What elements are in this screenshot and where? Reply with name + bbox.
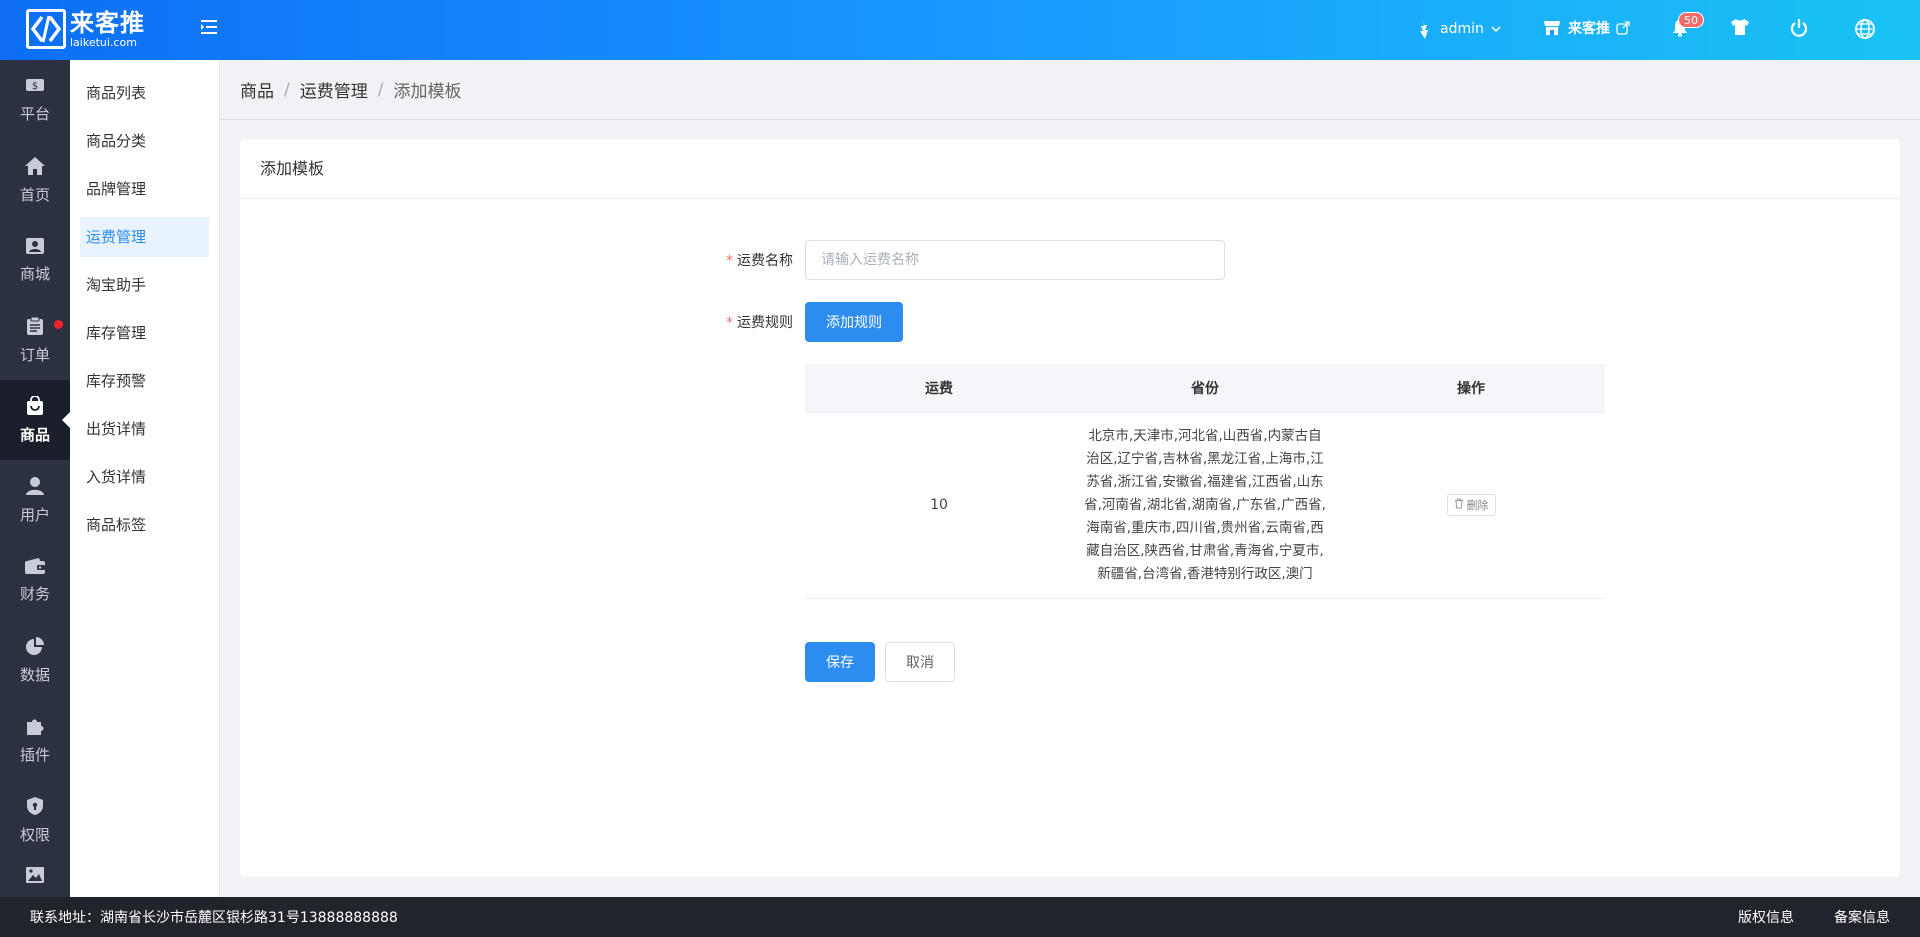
logo[interactable]: 来客推 laiketui.com (26, 9, 145, 53)
breadcrumb-separator: / (377, 79, 384, 100)
main-nav-rail: $ 平台 首页 商城 订单 商品 用户 财务 数据 插件 权限 (0, 60, 70, 897)
name-form-row: * 运费名称 (715, 240, 1225, 280)
rail-item-plugins[interactable]: 插件 (0, 700, 70, 780)
svg-text:$: $ (32, 81, 38, 92)
rail-label: 平台 (19, 104, 50, 123)
rail-item-goods[interactable]: 商品 (0, 380, 70, 460)
rail-item-mall[interactable]: 商城 (0, 220, 70, 300)
rail-label: 订单 (19, 345, 50, 364)
rail-label: 数据 (19, 665, 50, 684)
rail-label: 首页 (19, 185, 50, 204)
logo-title: 来客推 (70, 9, 145, 37)
footer-copyright-link[interactable]: 版权信息 (1738, 907, 1794, 927)
rail-label: 插件 (19, 745, 50, 764)
power-icon[interactable] (1789, 18, 1809, 38)
province-cell: 北京市,天津市,河北省,山西省,内蒙古自治区,辽宁省,吉林省,黑龙江省,上海市,… (1073, 412, 1337, 599)
user-name: admin (1440, 21, 1484, 37)
cancel-button[interactable]: 取消 (885, 642, 955, 682)
user-icon (25, 476, 45, 500)
notification-badge: 50 (1678, 12, 1704, 28)
form-actions: 保存 取消 (805, 642, 955, 682)
logo-mark-icon (26, 9, 66, 49)
rail-item-finance[interactable]: 财务 (0, 540, 70, 620)
submenu-item[interactable]: 商品标签 (80, 505, 209, 545)
external-link-icon (1616, 21, 1630, 35)
rail-item-permissions[interactable]: 权限 (0, 780, 70, 860)
goods-submenu: 商品列表 商品分类 品牌管理 运费管理 淘宝助手 库存管理 库存预警 出货详情 … (70, 60, 220, 897)
chevron-down-icon (1490, 23, 1502, 35)
puzzle-icon (25, 716, 45, 740)
dollar-icon: $ (25, 77, 45, 99)
delete-label: 删除 (1466, 499, 1489, 512)
rule-label: * 运费规则 (726, 315, 793, 331)
shield-icon (26, 796, 44, 820)
submenu-item[interactable]: 商品分类 (80, 121, 209, 161)
menu-toggle-icon[interactable] (199, 17, 219, 37)
page-footer: 联系地址：湖南省长沙市岳麓区银杉路31号13888888888 版权信息 备案信… (0, 897, 1920, 937)
store-icon (1543, 20, 1561, 36)
language-globe-icon[interactable] (1854, 18, 1876, 40)
submenu-item[interactable]: 商品列表 (80, 73, 209, 113)
submenu-item[interactable]: 淘宝助手 (80, 265, 209, 305)
rail-label: 财务 (19, 584, 50, 603)
footer-address: 联系地址：湖南省长沙市岳麓区银杉路31号13888888888 (30, 910, 398, 926)
submenu-item-active[interactable]: 运费管理 (80, 217, 209, 257)
clipboard-icon (26, 316, 44, 340)
rail-label: 商品 (19, 425, 50, 444)
image-icon (25, 866, 45, 888)
pie-chart-icon (25, 636, 45, 660)
rules-table: 运费 省份 操作 10 北京市,天津市,河北省,山西省,内蒙古自治区,辽宁省,吉… (805, 364, 1605, 599)
rail-label: 权限 (19, 825, 50, 844)
template-form-card: 添加模板 *运费名称 *运费规则 添加规则 运费 省份 操作 10 北京市,天津… (240, 139, 1900, 877)
fee-cell: 10 (805, 412, 1073, 599)
rail-item-data[interactable]: 数据 (0, 620, 70, 700)
theme-skin-icon[interactable] (1730, 18, 1750, 36)
top-header: 来客推 laiketui.com admin 来客推 50 (0, 0, 1920, 60)
rule-form-row: * 运费规则 添加规则 (715, 302, 903, 342)
breadcrumb-separator: / (284, 79, 290, 100)
submenu-item[interactable]: 库存管理 (80, 313, 209, 353)
shipping-name-input[interactable] (805, 240, 1225, 280)
submenu-item[interactable]: 品牌管理 (80, 169, 209, 209)
notification-bell[interactable]: 50 (1671, 12, 1704, 38)
breadcrumb-item[interactable]: 商品 (240, 77, 274, 102)
unread-dot (54, 320, 63, 329)
delete-rule-button[interactable]: 删除 (1446, 494, 1496, 516)
column-header-province: 省份 (1073, 364, 1337, 413)
footer-record-link[interactable]: 备案信息 (1834, 907, 1890, 927)
store-icon (25, 237, 45, 259)
logo-domain: laiketui.com (70, 36, 137, 49)
bag-icon (26, 394, 44, 420)
submenu-item[interactable]: 库存预警 (80, 361, 209, 401)
action-cell: 删除 (1337, 412, 1605, 599)
rail-label: 商城 (19, 264, 50, 283)
province-list: 北京市,天津市,河北省,山西省,内蒙古自治区,辽宁省,吉林省,黑龙江省,上海市,… (1084, 427, 1326, 582)
card-title: 添加模板 (240, 139, 1900, 199)
rail-item-media[interactable] (0, 860, 70, 897)
wallet-icon (24, 557, 46, 579)
rail-item-users[interactable]: 用户 (0, 460, 70, 540)
submenu-item[interactable]: 出货详情 (80, 409, 209, 449)
rail-label: 用户 (19, 505, 50, 524)
store-link[interactable]: 来客推 (1543, 18, 1630, 38)
table-row: 10 北京市,天津市,河北省,山西省,内蒙古自治区,辽宁省,吉林省,黑龙江省,上… (805, 412, 1605, 599)
rail-item-orders[interactable]: 订单 (0, 300, 70, 380)
breadcrumb-current: 添加模板 (393, 82, 462, 102)
rail-item-platform[interactable]: $ 平台 (0, 60, 70, 140)
column-header-action: 操作 (1337, 364, 1605, 413)
home-icon (24, 156, 46, 180)
breadcrumb-item[interactable]: 运费管理 (300, 77, 368, 102)
user-avatar-icon (1416, 18, 1432, 40)
add-rule-button[interactable]: 添加规则 (805, 302, 903, 342)
name-label: * 运费名称 (726, 253, 793, 269)
user-menu[interactable]: admin (1416, 18, 1502, 40)
column-header-fee: 运费 (805, 364, 1073, 413)
submenu-item[interactable]: 入货详情 (80, 457, 209, 497)
rail-item-home[interactable]: 首页 (0, 140, 70, 220)
store-name: 来客推 (1568, 21, 1610, 37)
trash-icon (1454, 498, 1464, 512)
save-button[interactable]: 保存 (805, 642, 875, 682)
breadcrumb: 商品 / 运费管理 / 添加模板 (220, 60, 1920, 120)
